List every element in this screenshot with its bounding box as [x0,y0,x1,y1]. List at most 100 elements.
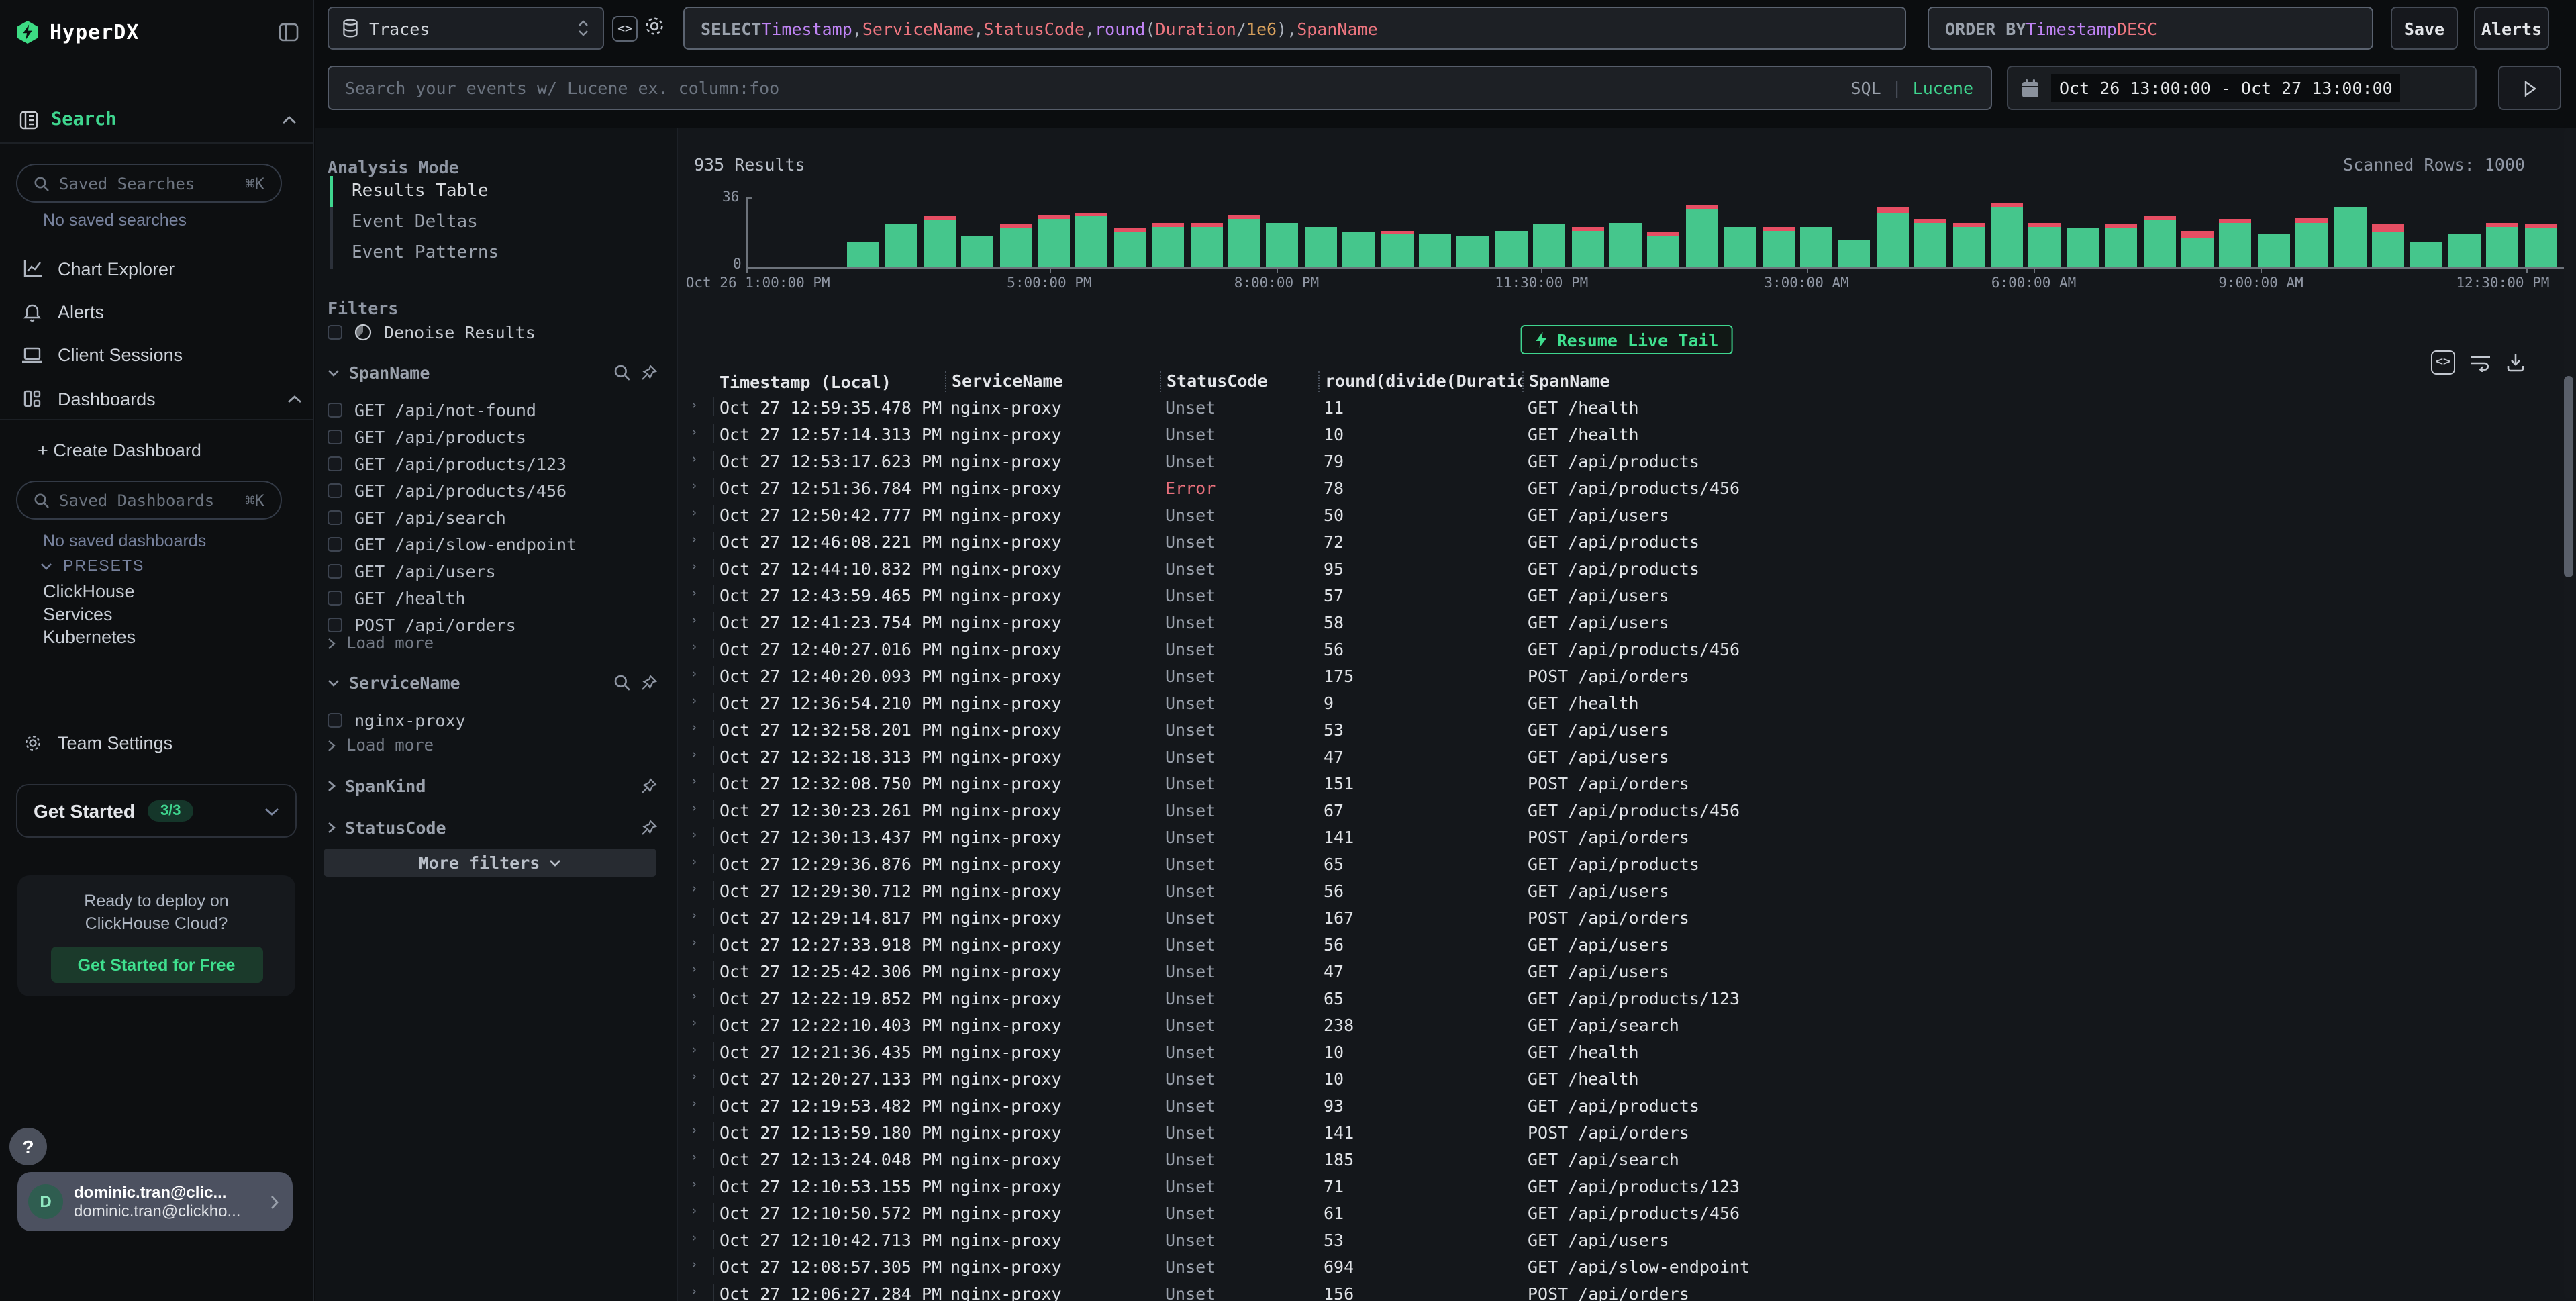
histogram-bar[interactable] [2410,242,2442,267]
histogram-bar[interactable] [1038,215,1070,267]
table-row[interactable]: ›Oct 27 12:10:53.155 PMnginx-proxyUnset7… [687,1172,2563,1199]
more-filters-button[interactable]: More filters [324,849,656,877]
denoise-checkbox[interactable] [328,325,342,340]
histogram-bar[interactable] [961,236,993,267]
filter-checkbox[interactable] [328,402,342,417]
filter-checkbox[interactable] [328,617,342,632]
histogram-bar[interactable] [2029,223,2061,267]
histogram-bar[interactable] [2486,223,2518,267]
filter-checkbox-item[interactable]: GET /api/not-found [328,396,666,423]
preset-services[interactable]: Services [43,604,113,624]
source-select[interactable]: Traces [328,7,604,50]
preset-kubernetes[interactable]: Kubernetes [43,627,136,647]
table-row[interactable]: ›Oct 27 12:51:36.784 PMnginx-proxyError7… [687,474,2563,501]
table-row[interactable]: ›Oct 27 12:46:08.221 PMnginx-proxyUnset7… [687,528,2563,555]
histogram-bar[interactable] [1228,215,1260,267]
row-expand-icon[interactable]: › [687,478,714,497]
row-expand-icon[interactable]: › [687,800,714,819]
table-row[interactable]: ›Oct 27 12:32:08.750 PMnginx-proxyUnset1… [687,769,2563,796]
sql-toggle[interactable]: SQL [1850,78,1881,98]
filter-checkbox-item[interactable]: GET /api/products [328,423,666,450]
column-header[interactable]: StatusCode [1160,371,1318,392]
row-expand-icon[interactable]: › [687,827,714,846]
table-row[interactable]: ›Oct 27 12:53:17.623 PMnginx-proxyUnset7… [687,447,2563,474]
analysis-mode-option[interactable]: Event Deltas [330,207,666,238]
histogram-bar[interactable] [1648,232,1680,267]
histogram-bar[interactable] [1190,223,1222,267]
table-row[interactable]: ›Oct 27 12:13:59.180 PMnginx-proxyUnset1… [687,1118,2563,1145]
histogram-bar[interactable] [1381,230,1413,267]
row-expand-icon[interactable]: › [687,451,714,470]
chevron-up-icon[interactable] [282,115,297,124]
sidebar-item-alerts[interactable]: Alerts [21,295,302,328]
filter-checkbox[interactable] [328,456,342,471]
resume-live-tail-button[interactable]: Resume Live Tail [1521,325,1734,354]
user-menu[interactable]: D dominic.tran@clic... dominic.tran@clic… [17,1172,293,1231]
histogram-bar[interactable] [1267,223,1299,267]
histogram-bar[interactable] [2181,230,2214,267]
servicename-load-more[interactable]: Load more [328,736,434,755]
row-expand-icon[interactable]: › [687,1257,714,1275]
row-expand-icon[interactable]: › [687,666,714,685]
filter-checkbox-item[interactable]: GET /health [328,584,666,611]
histogram-bar[interactable] [2258,234,2290,267]
row-expand-icon[interactable]: › [687,934,714,953]
histogram-bar[interactable] [1457,236,1489,267]
histogram-bar[interactable] [2524,224,2557,267]
table-row[interactable]: ›Oct 27 12:13:24.048 PMnginx-proxyUnset1… [687,1145,2563,1172]
filter-checkbox[interactable] [328,510,342,524]
histogram-bar[interactable] [1991,203,2023,267]
sidebar-item-dashboards[interactable]: Dashboards [21,383,302,415]
filter-checkbox-item[interactable]: nginx-proxy [328,706,666,733]
row-expand-icon[interactable]: › [687,881,714,900]
sidebar-item-search[interactable]: Search [19,105,297,134]
table-row[interactable]: ›Oct 27 12:32:58.201 PMnginx-proxyUnset5… [687,716,2563,742]
filter-checkbox[interactable] [328,563,342,578]
table-row[interactable]: ›Oct 27 12:29:30.712 PMnginx-proxyUnset5… [687,877,2563,904]
table-row[interactable]: ›Oct 27 12:50:42.777 PMnginx-proxyUnset5… [687,501,2563,528]
table-row[interactable]: ›Oct 27 12:30:23.261 PMnginx-proxyUnset6… [687,796,2563,823]
filter-group-statuscode[interactable]: StatusCode [328,818,658,838]
filter-checkbox-item[interactable]: GET /api/slow-endpoint [328,530,666,557]
histogram-bar[interactable] [1762,226,1794,267]
filter-checkbox[interactable] [328,429,342,444]
table-row[interactable]: ›Oct 27 12:25:42.306 PMnginx-proxyUnset4… [687,957,2563,984]
row-expand-icon[interactable]: › [687,1042,714,1061]
histogram-bar[interactable] [2295,217,2328,267]
filter-search-icon[interactable] [613,674,631,691]
histogram-bar[interactable] [1800,226,1832,267]
histogram-bar[interactable] [1419,234,1451,267]
denoise-results-option[interactable]: Denoise Results [328,322,666,342]
create-dashboard-link[interactable]: + Create Dashboard [38,440,201,461]
row-expand-icon[interactable]: › [687,693,714,712]
row-expand-icon[interactable]: › [687,1176,714,1195]
row-expand-icon[interactable]: › [687,961,714,980]
row-expand-icon[interactable]: › [687,1122,714,1141]
table-row[interactable]: ›Oct 27 12:21:36.435 PMnginx-proxyUnset1… [687,1038,2563,1065]
row-expand-icon[interactable]: › [687,908,714,926]
histogram-bar[interactable] [1609,223,1642,267]
row-expand-icon[interactable]: › [687,397,714,416]
histogram-bar[interactable] [1724,226,1756,267]
pin-icon[interactable] [640,364,658,381]
row-expand-icon[interactable]: › [687,1203,714,1222]
table-row[interactable]: ›Oct 27 12:10:50.572 PMnginx-proxyUnset6… [687,1199,2563,1226]
analysis-mode-option[interactable]: Event Patterns [330,238,666,269]
filter-group-spanname[interactable]: SpanName [328,363,658,383]
histogram-bar[interactable] [1686,205,1718,267]
filter-checkbox-item[interactable]: GET /api/products/456 [328,477,666,503]
save-button[interactable]: Save [2391,7,2458,50]
analysis-mode-option[interactable]: Results Table [330,176,666,207]
get-started-card[interactable]: Get Started 3/3 [16,784,297,838]
table-row[interactable]: ›Oct 27 12:27:33.918 PMnginx-proxyUnset5… [687,930,2563,957]
sidebar-item-chart-explorer[interactable]: Chart Explorer [21,252,302,285]
filter-checkbox-item[interactable]: GET /api/products/123 [328,450,666,477]
row-expand-icon[interactable]: › [687,639,714,658]
filter-checkbox[interactable] [328,590,342,605]
histogram-bar[interactable] [885,224,918,267]
table-row[interactable]: ›Oct 27 12:10:42.713 PMnginx-proxyUnset5… [687,1226,2563,1253]
row-expand-icon[interactable]: › [687,505,714,524]
row-expand-icon[interactable]: › [687,532,714,550]
saved-searches-input[interactable]: Saved Searches ⌘K [16,164,282,203]
histogram-bar[interactable] [2448,234,2481,267]
